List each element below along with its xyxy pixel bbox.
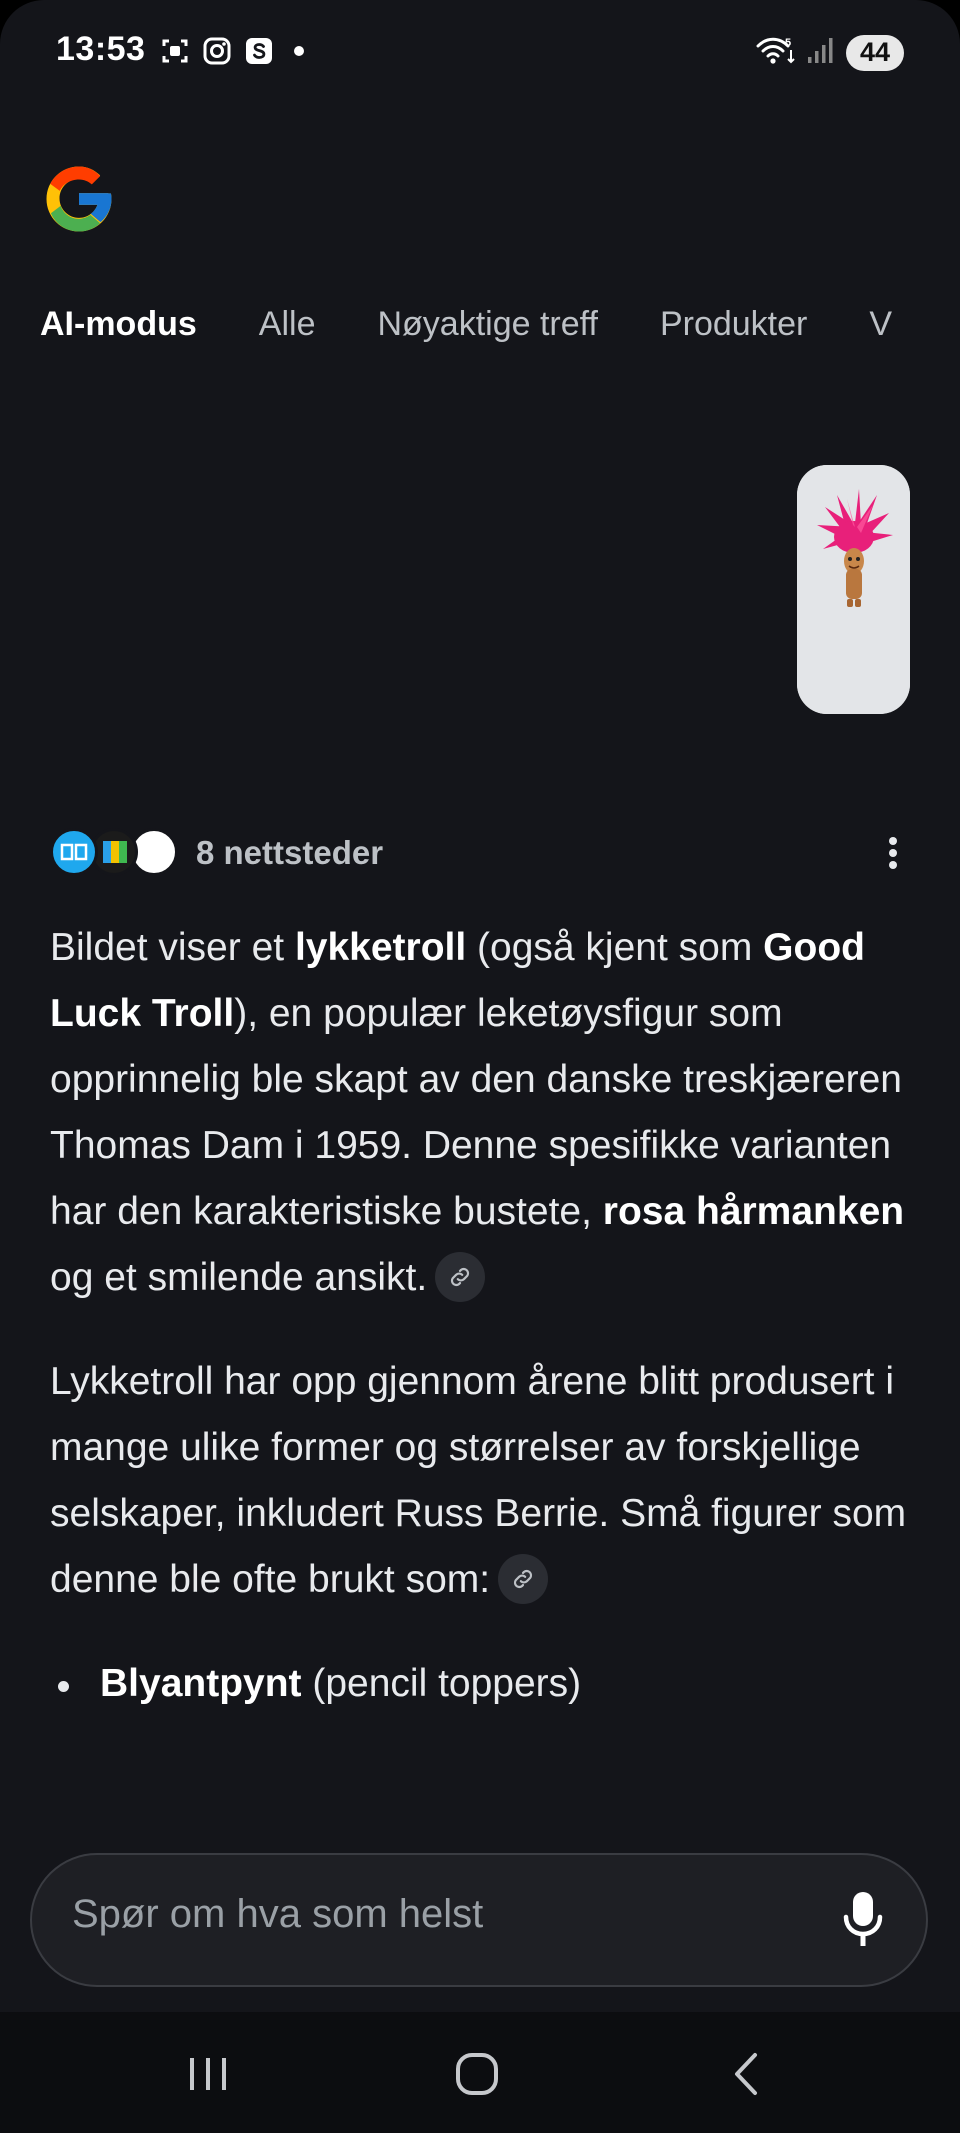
answer-text: (også kjent som (466, 926, 764, 969)
ask-anything-box[interactable] (30, 1853, 928, 1987)
notification-icons (160, 36, 304, 66)
wifi-band-label: 5 (785, 37, 791, 49)
tab-exact-matches[interactable]: Nøyaktige treff (377, 305, 597, 344)
citation-link-icon[interactable] (435, 1251, 486, 1302)
system-status: 5 44 (756, 34, 904, 71)
google-logo[interactable] (40, 160, 118, 238)
screenshot-icon (160, 36, 190, 66)
back-icon[interactable] (716, 2046, 776, 2102)
troll-figure-image (797, 465, 910, 714)
answer-text: Lykketroll har opp gjennom årene blitt p… (50, 1360, 907, 1601)
status-time: 13:53 (56, 30, 146, 68)
book-favicon-icon (50, 828, 98, 876)
s-app-icon (244, 36, 274, 66)
answer-bold-text: rosa hårmanken (602, 1190, 905, 1233)
ask-anything-input[interactable] (70, 1891, 814, 1938)
answer-paragraph-2: Lykketroll har opp gjennom årene blitt p… (50, 1349, 920, 1613)
answer-text: Bildet viser et (50, 926, 295, 969)
screen: 13:53 5 44 AI-modus Alle Nøyaktige treff… (0, 0, 960, 2133)
tab-videos-partial[interactable]: V (869, 305, 892, 344)
more-options-icon[interactable] (888, 836, 898, 870)
system-navigation-bar (0, 2012, 960, 2133)
recent-apps-icon[interactable] (178, 2046, 238, 2102)
battery-indicator: 44 (846, 34, 904, 71)
instagram-icon (202, 36, 232, 66)
citation-link-icon[interactable] (498, 1553, 549, 1604)
tab-products[interactable]: Produkter (660, 305, 807, 344)
query-image-thumbnail[interactable] (797, 465, 910, 714)
answer-bold-text: lykketroll (294, 926, 467, 969)
list-item: Blyantpynt (pencil toppers) (58, 1651, 920, 1717)
tab-all[interactable]: Alle (259, 305, 316, 344)
sources-row[interactable]: 8 nettsteder (50, 826, 910, 880)
tab-ai-mode[interactable]: AI-modus (40, 305, 197, 344)
home-icon[interactable] (447, 2046, 507, 2102)
ai-answer: Bildet viser et lykketroll (også kjent s… (50, 915, 920, 1717)
status-bar: 13:53 5 44 (0, 0, 960, 104)
wifi-icon: 5 (756, 34, 796, 71)
list-item-bold: Blyantpynt (100, 1662, 302, 1705)
sources-count: 8 nettsteder (196, 834, 384, 871)
search-mode-tabs: AI-modus Alle Nøyaktige treff Produkter … (40, 305, 954, 344)
list-item-text: (pencil toppers) (301, 1662, 582, 1705)
signal-icon (806, 35, 836, 70)
answer-paragraph-1: Bildet viser et lykketroll (også kjent s… (50, 915, 920, 1311)
more-notifications-dot (294, 46, 304, 56)
source-favicons (50, 827, 180, 879)
microphone-icon[interactable] (840, 1889, 886, 1951)
answer-text: og et smilende ansikt. (50, 1256, 428, 1299)
answer-bullet-list: Blyantpynt (pencil toppers) (50, 1651, 920, 1717)
